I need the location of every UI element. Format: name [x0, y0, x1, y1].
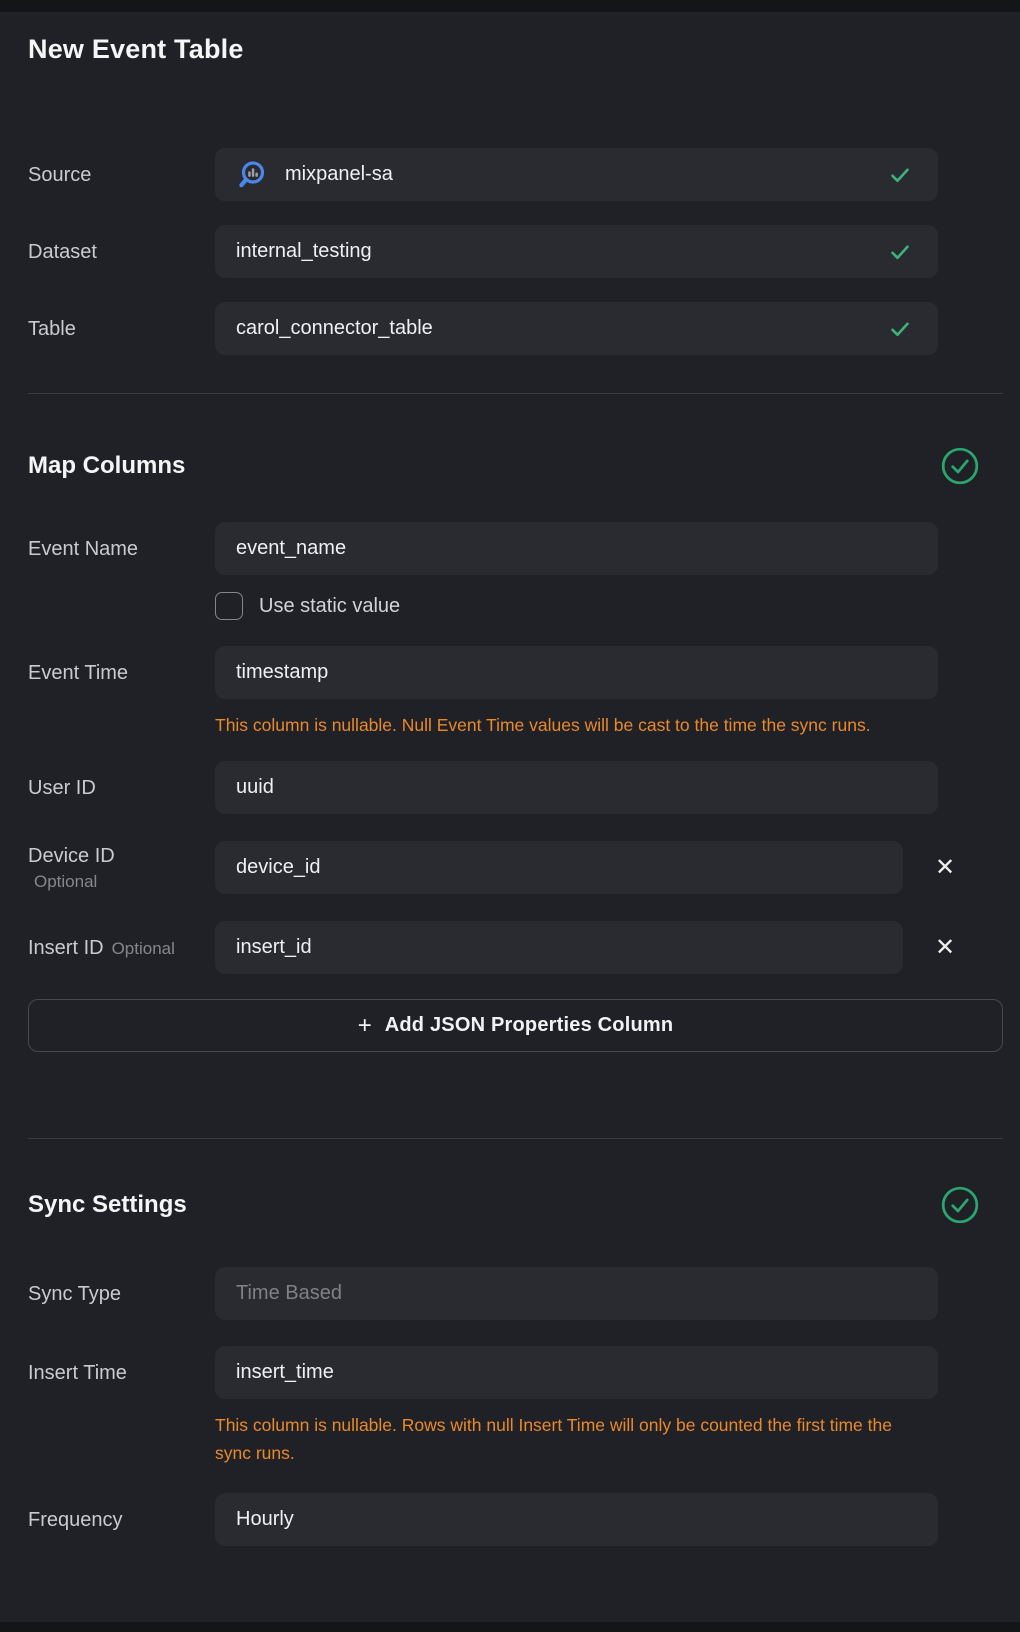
table-label: Table	[28, 317, 215, 341]
sync-type-select: Time Based	[215, 1267, 938, 1320]
insert-id-select[interactable]: insert_id	[215, 921, 903, 974]
frequency-select[interactable]: Hourly	[215, 1493, 938, 1546]
source-value: mixpanel-sa	[285, 163, 393, 186]
user-id-value: uuid	[236, 776, 274, 799]
device-id-clear-col: ✕	[903, 852, 1003, 884]
source-row: Source mixpanel-sa	[28, 148, 1003, 201]
dataset-label: Dataset	[28, 240, 215, 264]
sync-type-value: Time Based	[236, 1282, 342, 1305]
event-name-row: Event Name event_name	[28, 522, 1003, 575]
event-time-nullable-warning: This column is nullable. Null Event Time…	[215, 711, 1003, 739]
page-title: New Event Table	[28, 33, 1003, 65]
event-name-value: event_name	[236, 537, 346, 560]
dataset-valid-check-icon	[888, 240, 912, 264]
add-json-properties-button[interactable]: + Add JSON Properties Column	[28, 999, 1003, 1052]
use-static-value-label: Use static value	[259, 595, 400, 618]
insert-time-label: Insert Time	[28, 1361, 215, 1385]
section-divider	[28, 1138, 1003, 1139]
sync-settings-title: Sync Settings	[28, 1190, 187, 1220]
map-columns-title: Map Columns	[28, 451, 185, 481]
section-divider	[28, 393, 1003, 394]
sync-type-label: Sync Type	[28, 1282, 215, 1306]
insert-time-value: insert_time	[236, 1361, 334, 1384]
sync-settings-header: Sync Settings	[28, 1185, 1003, 1225]
dataset-select[interactable]: internal_testing	[215, 225, 938, 278]
insert-time-nullable-warning: This column is nullable. Rows with null …	[215, 1411, 1003, 1467]
source-select[interactable]: mixpanel-sa	[215, 148, 938, 201]
event-name-select[interactable]: event_name	[215, 522, 938, 575]
insert-id-optional-tag: Optional	[112, 939, 175, 958]
device-id-optional-tag: Optional	[28, 872, 203, 892]
new-event-table-form: New Event Table Source mixpanel-sa Datas…	[0, 0, 1020, 1546]
user-id-row: User ID uuid	[28, 761, 1003, 814]
device-id-clear-button[interactable]: ✕	[927, 852, 963, 884]
insert-id-value: insert_id	[236, 936, 312, 959]
event-time-value: timestamp	[236, 661, 328, 684]
mixpanel-source-icon	[236, 159, 268, 191]
device-id-select[interactable]: device_id	[215, 841, 903, 894]
table-value: carol_connector_table	[236, 317, 433, 340]
sync-settings-complete-icon	[940, 1185, 980, 1225]
insert-time-select[interactable]: insert_time	[215, 1346, 938, 1399]
event-time-row: Event Time timestamp	[28, 646, 1003, 699]
top-edge-shade	[0, 0, 1020, 12]
dataset-value: internal_testing	[236, 240, 372, 263]
source-label: Source	[28, 163, 215, 187]
insert-id-clear-button[interactable]: ✕	[927, 932, 963, 964]
device-id-value: device_id	[236, 856, 321, 879]
dataset-row: Dataset internal_testing	[28, 225, 1003, 278]
frequency-value: Hourly	[236, 1508, 294, 1531]
event-name-label: Event Name	[28, 537, 215, 561]
static-value-row: Use static value	[215, 592, 1003, 620]
user-id-label: User ID	[28, 776, 215, 800]
insert-id-label: Insert IDOptional	[28, 936, 215, 960]
x-icon: ✕	[935, 934, 955, 961]
device-id-label: Device ID Optional	[28, 844, 215, 892]
device-id-row: Device ID Optional device_id ✕	[28, 841, 1003, 894]
use-static-value-checkbox[interactable]	[215, 592, 243, 620]
frequency-label: Frequency	[28, 1508, 215, 1532]
frequency-row: Frequency Hourly	[28, 1493, 1003, 1546]
sync-type-row: Sync Type Time Based	[28, 1267, 1003, 1320]
insert-id-row: Insert IDOptional insert_id ✕	[28, 921, 1003, 974]
bottom-edge-shade	[0, 1622, 1020, 1632]
map-columns-header: Map Columns	[28, 446, 1003, 486]
add-json-properties-label: Add JSON Properties Column	[385, 1014, 674, 1037]
event-time-label: Event Time	[28, 661, 215, 685]
plus-icon: +	[358, 1014, 372, 1038]
table-select[interactable]: carol_connector_table	[215, 302, 938, 355]
map-columns-complete-icon	[940, 446, 980, 486]
insert-time-row: Insert Time insert_time	[28, 1346, 1003, 1399]
user-id-select[interactable]: uuid	[215, 761, 938, 814]
source-valid-check-icon	[888, 163, 912, 187]
event-time-select[interactable]: timestamp	[215, 646, 938, 699]
table-row: Table carol_connector_table	[28, 302, 1003, 355]
table-valid-check-icon	[888, 317, 912, 341]
insert-id-clear-col: ✕	[903, 932, 1003, 964]
x-icon: ✕	[935, 854, 955, 881]
